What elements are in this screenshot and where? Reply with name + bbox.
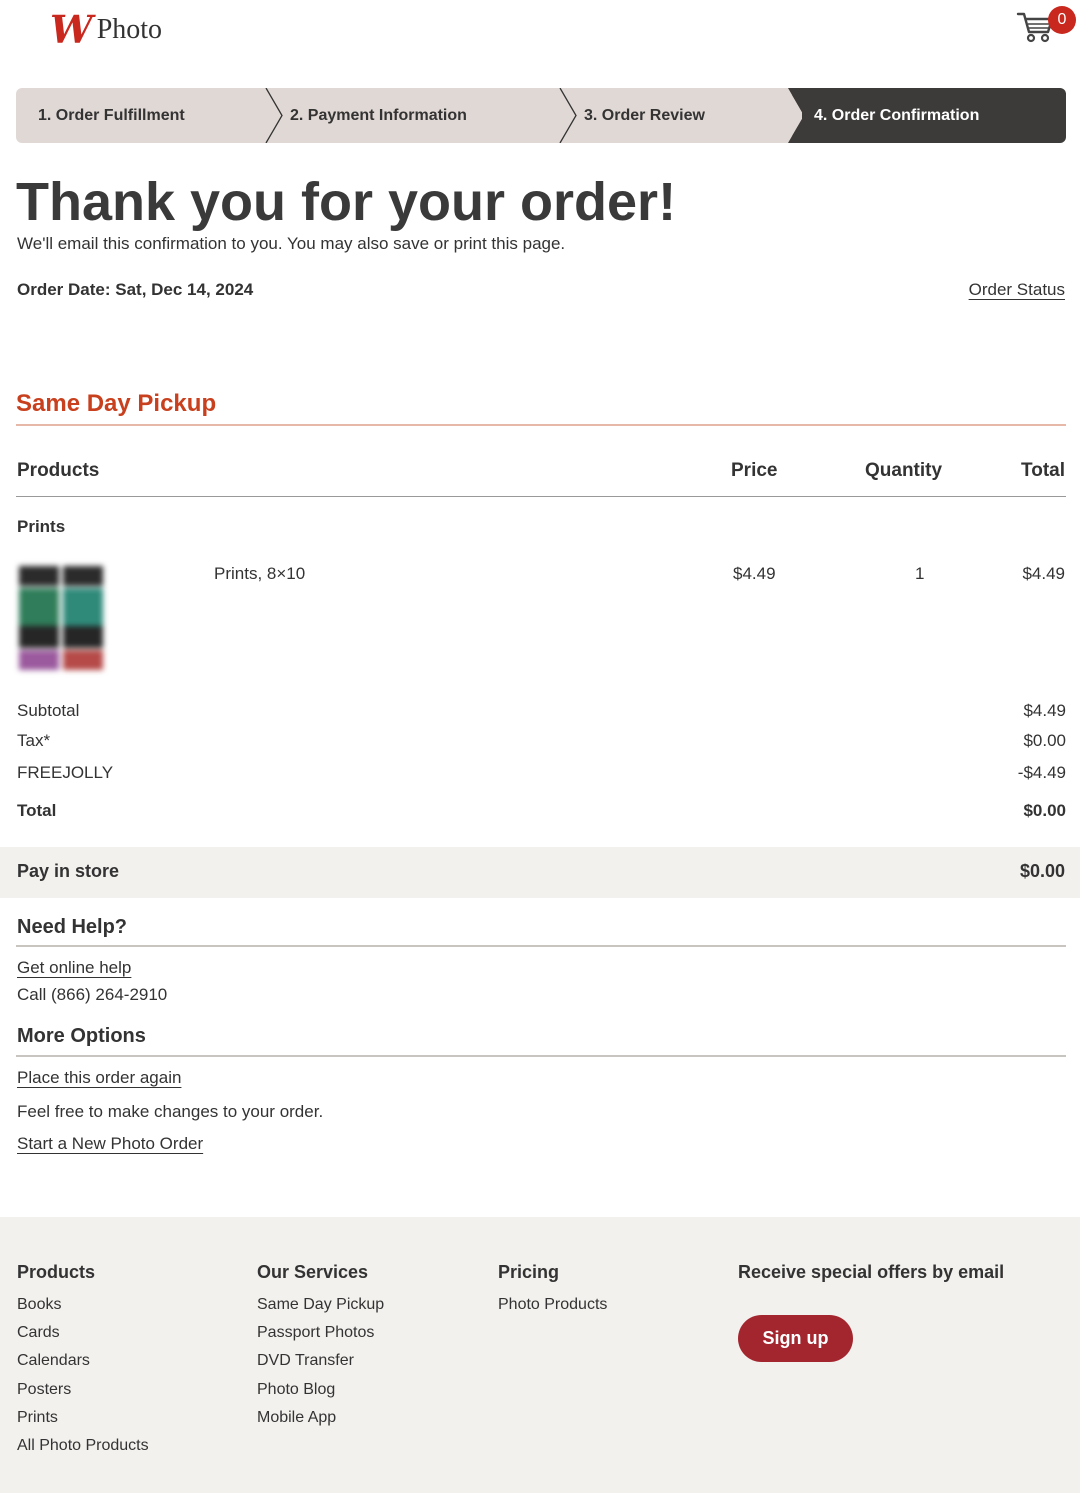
tax-row: Tax* $0.00 [17, 731, 1066, 753]
promo-row: FREEJOLLY -$4.49 [17, 763, 1066, 785]
checkout-progress: 1. Order Fulfillment 2. Payment Informat… [16, 88, 1066, 143]
footer-services-column: Our Services Same Day Pickup Passport Ph… [257, 1262, 384, 1435]
footer-link-prints[interactable]: Prints [17, 1407, 149, 1435]
step-order-confirmation: 4. Order Confirmation [792, 88, 1066, 143]
start-new-photo-order-link[interactable]: Start a New Photo Order [17, 1134, 203, 1154]
help-phone: Call (866) 264-2910 [17, 985, 168, 1004]
footer-link-posters[interactable]: Posters [17, 1379, 149, 1407]
logo-text: Photo [96, 14, 163, 45]
footer-link-dvd-transfer[interactable]: DVD Transfer [257, 1350, 384, 1378]
footer-link-cards[interactable]: Cards [17, 1322, 149, 1350]
item-total: $4.49 [1022, 564, 1065, 583]
step-order-review: 3. Order Review [562, 88, 792, 143]
promo-discount-value: -$4.49 [1017, 763, 1066, 782]
footer-link-mobile-app[interactable]: Mobile App [257, 1407, 384, 1435]
get-online-help-link[interactable]: Get online help [17, 958, 131, 978]
footer-heading: Our Services [257, 1262, 369, 1282]
tax-value: $0.00 [1023, 731, 1066, 750]
need-help-heading: Need Help? [17, 916, 128, 938]
logo-mark: W [50, 7, 93, 52]
payment-amount: $0.00 [1019, 861, 1065, 881]
total-value: $0.00 [1023, 801, 1066, 820]
divider [16, 424, 1066, 426]
column-header-quantity: Quantity [865, 460, 943, 481]
footer-products-column: Products Books Cards Calendars Posters P… [17, 1262, 149, 1463]
print-thumbnail [16, 562, 106, 674]
step-label: 3. Order Review [584, 107, 705, 124]
footer-link-all-photo-products[interactable]: All Photo Products [17, 1435, 149, 1463]
column-header-products: Products [17, 460, 100, 481]
footer-link-calendars[interactable]: Calendars [17, 1350, 149, 1378]
footer-email-column: Receive special offers by email [738, 1262, 1004, 1294]
subtotal-label: Subtotal [17, 701, 80, 720]
changes-note: Feel free to make changes to your order. [17, 1102, 324, 1121]
step-payment-information: 2. Payment Information [268, 88, 562, 143]
confirmation-subtitle: We'll email this confirmation to you. Yo… [17, 234, 566, 253]
footer-heading: Products [17, 1262, 96, 1282]
section-title-same-day-pickup: Same Day Pickup [16, 390, 217, 417]
site-footer: Products Books Cards Calendars Posters P… [0, 1217, 1080, 1493]
footer-link-same-day-pickup[interactable]: Same Day Pickup [257, 1294, 384, 1322]
step-order-fulfillment: 1. Order Fulfillment [16, 88, 268, 143]
promo-code-label: FREEJOLLY [17, 763, 114, 782]
payment-method-bar: Pay in store $0.00 [0, 847, 1080, 898]
place-order-again-link[interactable]: Place this order again [17, 1068, 181, 1088]
divider [16, 496, 1066, 497]
footer-link-photo-blog[interactable]: Photo Blog [257, 1379, 384, 1407]
column-header-total: Total [1021, 460, 1065, 481]
page-title: Thank you for your order! [16, 172, 677, 232]
payment-method-label: Pay in store [17, 861, 120, 881]
footer-link-photo-products-pricing[interactable]: Photo Products [498, 1294, 607, 1322]
subtotal-value: $4.49 [1023, 701, 1066, 720]
order-date: Order Date: Sat, Dec 14, 2024 [17, 280, 254, 299]
footer-link-books[interactable]: Books [17, 1294, 149, 1322]
step-label: 4. Order Confirmation [814, 107, 980, 124]
item-name: Prints, 8×10 [214, 564, 306, 583]
tax-label: Tax* [17, 731, 51, 750]
item-price: $4.49 [733, 564, 776, 583]
more-options-heading: More Options [17, 1025, 146, 1047]
cart-count-badge: 0 [1048, 6, 1076, 34]
divider [16, 945, 1066, 947]
cart-button[interactable]: 0 [1016, 6, 1076, 46]
chevron-right-icon [548, 88, 577, 143]
order-status-link[interactable]: Order Status [969, 280, 1065, 300]
total-label: Total [17, 801, 57, 820]
chevron-right-icon [772, 88, 802, 143]
step-label: 2. Payment Information [290, 107, 467, 124]
total-row: Total $0.00 [17, 801, 1066, 823]
walgreens-photo-logo[interactable]: W Photo [50, 7, 163, 52]
footer-pricing-column: Pricing Photo Products [498, 1262, 607, 1322]
divider [16, 1055, 1066, 1057]
site-header: W Photo 0 [0, 0, 1080, 60]
footer-link-passport-photos[interactable]: Passport Photos [257, 1322, 384, 1350]
chevron-right-icon [254, 88, 283, 143]
product-category: Prints [17, 517, 66, 536]
footer-heading: Pricing [498, 1262, 560, 1282]
column-header-price: Price [731, 460, 778, 481]
footer-heading: Receive special offers by email [738, 1262, 1005, 1282]
step-label: 1. Order Fulfillment [38, 107, 185, 124]
subtotal-row: Subtotal $4.49 [17, 701, 1066, 723]
sign-up-button[interactable]: Sign up [738, 1315, 853, 1362]
item-quantity: 1 [915, 564, 925, 583]
